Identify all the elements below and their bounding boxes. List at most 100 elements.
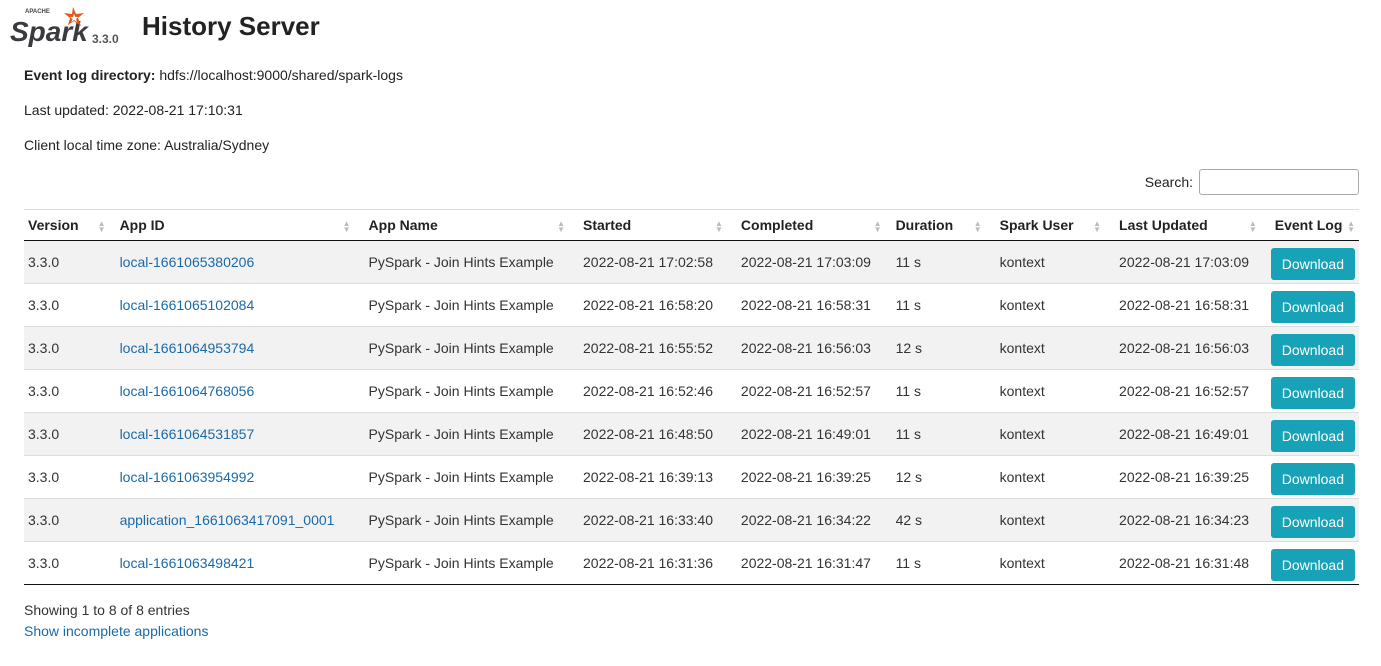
- col-last-updated[interactable]: Last Updated ▲ ▼: [1105, 209, 1261, 241]
- table-row: 3.3.0 local-1661063498421 PySpark - Join H…: [24, 541, 1359, 585]
- cell-version: 3.3.0: [24, 283, 110, 327]
- sort-icon: ▲ ▼: [97, 219, 106, 234]
- cell-spark-user: kontext: [985, 240, 1106, 284]
- download-button[interactable]: Download: [1270, 334, 1355, 366]
- cell-version: 3.3.0: [24, 412, 110, 456]
- sort-icon: ▲ ▼: [973, 219, 982, 234]
- cell-app-id: local-1661064768056: [109, 369, 355, 413]
- cell-app-id: local-1661064953794: [109, 326, 355, 370]
- col-completed[interactable]: Completed ▲ ▼: [726, 209, 886, 241]
- cell-spark-user: kontext: [985, 369, 1106, 413]
- col-app-name[interactable]: App Name ▲ ▼: [354, 209, 569, 241]
- table-row: 3.3.0 application_1661063417091_0001 PySpa…: [24, 498, 1359, 542]
- app-id-link[interactable]: local-1661064768056: [120, 383, 255, 399]
- spark-logo[interactable]: APACHE Spark: [9, 4, 91, 48]
- sort-icon: ▲ ▼: [1248, 219, 1257, 234]
- app-id-link[interactable]: local-1661065380206: [120, 254, 255, 270]
- col-duration[interactable]: Duration ▲ ▼: [885, 209, 986, 241]
- col-version[interactable]: Version ▲ ▼: [24, 209, 110, 241]
- col-started[interactable]: Started ▲ ▼: [569, 209, 727, 241]
- table-row: 3.3.0 local-1661065380206 PySpark - Join H…: [24, 240, 1359, 284]
- search-input[interactable]: [1199, 169, 1359, 195]
- applications-table: Version ▲ ▼ App ID ▲ ▼ App Name ▲ ▼ Started ▲ ▼ …: [24, 209, 1359, 585]
- cell-completed: 2022-08-21 16:34:22: [726, 498, 886, 542]
- app-id-link[interactable]: local-1661063498421: [120, 555, 255, 571]
- cell-duration: 42 s: [885, 498, 986, 542]
- app-id-link[interactable]: application_1661063417091_0001: [120, 512, 335, 528]
- search-box: Search:: [1145, 169, 1359, 195]
- cell-duration: 11 s: [885, 240, 986, 284]
- cell-last-updated: 2022-08-21 16:39:25: [1105, 455, 1261, 499]
- cell-completed: 2022-08-21 16:39:25: [726, 455, 886, 499]
- table-header-row: Version ▲ ▼ App ID ▲ ▼ App Name ▲ ▼ Started ▲ ▼ …: [24, 209, 1359, 241]
- cell-app-name: PySpark - Join Hints Example: [354, 326, 569, 370]
- col-spark-user[interactable]: Spark User ▲ ▼: [985, 209, 1106, 241]
- client-timezone: Client local time zone: Australia/Sydney: [24, 137, 270, 153]
- cell-last-updated: 2022-08-21 16:34:23: [1105, 498, 1261, 542]
- cell-event-log: Download: [1260, 369, 1359, 413]
- entries-count: Showing 1 to 8 of 8 entries: [24, 602, 190, 618]
- cell-version: 3.3.0: [24, 369, 110, 413]
- cell-started: 2022-08-21 16:33:40: [569, 498, 727, 542]
- sort-icon: ▲ ▼: [714, 219, 723, 234]
- download-button[interactable]: Download: [1270, 420, 1355, 452]
- col-app-id[interactable]: App ID ▲ ▼: [109, 209, 355, 241]
- cell-app-name: PySpark - Join Hints Example: [354, 541, 569, 585]
- cell-started: 2022-08-21 16:52:46: [569, 369, 727, 413]
- app-id-link[interactable]: local-1661064953794: [120, 340, 255, 356]
- cell-started: 2022-08-21 17:02:58: [569, 240, 727, 284]
- cell-app-id: local-1661063954992: [109, 455, 355, 499]
- cell-app-id: local-1661064531857: [109, 412, 355, 456]
- show-incomplete-link[interactable]: Show incomplete applications: [24, 623, 208, 639]
- app-id-link[interactable]: local-1661065102084: [120, 297, 255, 313]
- cell-completed: 2022-08-21 16:49:01: [726, 412, 886, 456]
- cell-event-log: Download: [1260, 498, 1359, 542]
- download-button[interactable]: Download: [1270, 248, 1355, 280]
- cell-app-name: PySpark - Join Hints Example: [354, 283, 569, 327]
- cell-last-updated: 2022-08-21 16:49:01: [1105, 412, 1261, 456]
- last-updated: Last updated: 2022-08-21 17:10:31: [24, 102, 243, 118]
- cell-spark-user: kontext: [985, 498, 1106, 542]
- cell-last-updated: 2022-08-21 16:58:31: [1105, 283, 1261, 327]
- download-button[interactable]: Download: [1270, 549, 1355, 581]
- cell-version: 3.3.0: [24, 326, 110, 370]
- table-body: 3.3.0 local-1661065380206 PySpark - Join H…: [24, 240, 1359, 585]
- app-id-link[interactable]: local-1661064531857: [120, 426, 255, 442]
- cell-app-id: local-1661065102084: [109, 283, 355, 327]
- table-row: 3.3.0 local-1661063954992 PySpark - Join H…: [24, 455, 1359, 499]
- col-event-log[interactable]: Event Log ▲ ▼: [1260, 209, 1359, 241]
- cell-duration: 12 s: [885, 326, 986, 370]
- cell-last-updated: 2022-08-21 16:56:03: [1105, 326, 1261, 370]
- cell-spark-user: kontext: [985, 455, 1106, 499]
- cell-app-name: PySpark - Join Hints Example: [354, 498, 569, 542]
- cell-last-updated: 2022-08-21 16:52:57: [1105, 369, 1261, 413]
- cell-spark-user: kontext: [985, 326, 1106, 370]
- spark-version: 3.3.0: [92, 32, 119, 46]
- table-row: 3.3.0 local-1661065102084 PySpark - Join H…: [24, 283, 1359, 327]
- cell-spark-user: kontext: [985, 412, 1106, 456]
- cell-started: 2022-08-21 16:48:50: [569, 412, 727, 456]
- sort-icon: ▲ ▼: [1347, 219, 1355, 234]
- download-button[interactable]: Download: [1270, 377, 1355, 409]
- cell-duration: 12 s: [885, 455, 986, 499]
- cell-app-name: PySpark - Join Hints Example: [354, 455, 569, 499]
- sort-icon: ▲ ▼: [1093, 219, 1102, 234]
- event-log-directory: Event log directory: hdfs://localhost:90…: [24, 67, 403, 83]
- download-button[interactable]: Download: [1270, 506, 1355, 538]
- cell-completed: 2022-08-21 16:52:57: [726, 369, 886, 413]
- table-row: 3.3.0 local-1661064953794 PySpark - Join H…: [24, 326, 1359, 370]
- cell-spark-user: kontext: [985, 283, 1106, 327]
- cell-app-name: PySpark - Join Hints Example: [354, 412, 569, 456]
- cell-app-id: local-1661065380206: [109, 240, 355, 284]
- download-button[interactable]: Download: [1270, 291, 1355, 323]
- app-id-link[interactable]: local-1661063954992: [120, 469, 255, 485]
- svg-text:APACHE: APACHE: [25, 9, 50, 15]
- download-button[interactable]: Download: [1270, 463, 1355, 495]
- cell-last-updated: 2022-08-21 16:31:48: [1105, 541, 1261, 585]
- cell-duration: 11 s: [885, 412, 986, 456]
- cell-version: 3.3.0: [24, 240, 110, 284]
- event-log-label: Event log directory:: [24, 67, 156, 83]
- event-log-value: hdfs://localhost:9000/shared/spark-logs: [159, 67, 403, 83]
- cell-app-name: PySpark - Join Hints Example: [354, 240, 569, 284]
- sort-icon: ▲ ▼: [557, 219, 565, 234]
